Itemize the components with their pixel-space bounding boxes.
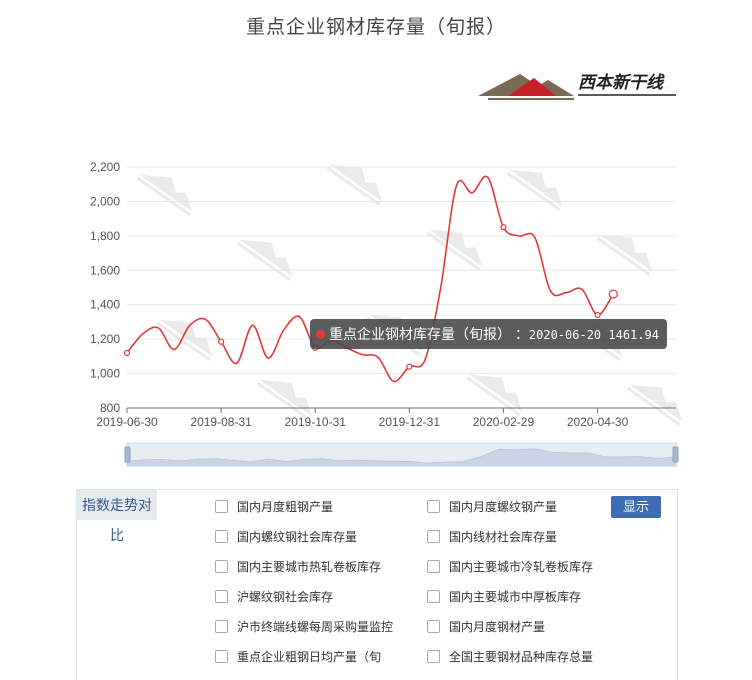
compare-option[interactable]: 国内月度粗钢产量 <box>215 498 333 516</box>
option-label: 国内月度粗钢产量 <box>237 500 334 514</box>
zoom-handle-right[interactable] <box>672 446 679 463</box>
x-tick-label: 2019-08-31 <box>190 415 252 429</box>
option-label: 国内螺纹钢社会库存量 <box>237 530 358 544</box>
watermark-logo <box>156 319 213 361</box>
x-tick-label: 2019-10-31 <box>285 415 347 429</box>
option-label: 国内线材社会库存量 <box>449 530 558 544</box>
checkbox[interactable] <box>215 530 228 543</box>
zoom-handle-left[interactable] <box>124 446 131 463</box>
option-label: 沪螺纹钢社会库存 <box>237 590 334 604</box>
option-label: 重点企业粗钢日均产量（旬 <box>237 650 382 664</box>
checkbox[interactable] <box>427 620 440 633</box>
tooltip-sep: ： <box>511 326 529 342</box>
x-tick-label: 2019-12-31 <box>379 415 441 429</box>
watermark-logo <box>626 384 683 426</box>
data-point <box>500 224 507 231</box>
watermark-logo <box>426 229 483 271</box>
watermark-logo <box>326 164 383 206</box>
tooltip-series-dot <box>316 330 325 339</box>
option-label: 国内月度螺纹钢产量 <box>449 500 558 514</box>
watermark-logo <box>236 239 293 281</box>
checkbox[interactable] <box>215 590 228 603</box>
brand-logo: 西本新干线 <box>478 73 676 100</box>
data-point <box>218 338 225 345</box>
data-point <box>123 349 131 357</box>
compare-option[interactable]: 国内主要城市热轧卷板库存 <box>215 558 381 576</box>
line-chart: 800 1,000 1,200 1,400 1,600 1,800 2,000 2,200 20… <box>90 160 683 467</box>
watermark-logo <box>256 379 313 421</box>
logo-text: 西本新干线 <box>578 73 665 92</box>
data-point <box>608 289 618 299</box>
compare-option[interactable]: 国内月度钢材产量 <box>427 618 545 636</box>
compare-option[interactable]: 国内月度螺纹钢产量 <box>427 498 557 516</box>
chart-tooltip: 重点企业钢材库存量（旬报） ：2020-06-20 1461.94 <box>310 319 667 349</box>
x-tick-label: 2019-06-30 <box>96 415 158 429</box>
x-tick-label: 2020-02-29 <box>473 415 535 429</box>
watermark-logo <box>466 374 523 416</box>
checkbox[interactable] <box>215 620 228 633</box>
option-label: 全国主要钢材品种库存总量 <box>449 650 594 664</box>
option-label: 沪市终端线螺每周采购量监控 <box>237 620 394 634</box>
y-tick-label: 1,800 <box>90 229 120 243</box>
chart-title: 重点企业钢材库存量（旬报） <box>245 17 506 38</box>
compare-option[interactable]: 沪螺纹钢社会库存 <box>215 588 333 606</box>
tab-index-trend-comparison[interactable]: 指数走势对比 <box>77 490 157 543</box>
watermark-layer <box>136 164 683 426</box>
checkbox[interactable] <box>427 500 440 513</box>
compare-option[interactable]: 国内线材社会库存量 <box>427 528 557 546</box>
option-label: 国内月度钢材产量 <box>449 620 546 634</box>
tooltip-value: 1461.94 <box>608 328 659 342</box>
checkbox[interactable] <box>427 590 440 603</box>
series-line <box>126 175 614 383</box>
compare-option[interactable]: 国内主要城市冷轧卷板库存 <box>427 558 593 576</box>
compare-option[interactable]: 沪市终端线螺每周采购量监控 <box>215 618 393 636</box>
y-tick-label: 1,000 <box>90 367 120 381</box>
checkbox[interactable] <box>215 650 228 663</box>
compare-option[interactable]: 重点企业粗钢日均产量（旬 <box>215 648 381 666</box>
y-tick-label: 2,200 <box>90 160 120 174</box>
y-tick-label: 1,600 <box>90 263 120 277</box>
compare-option[interactable]: 国内主要城市中厚板库存 <box>427 588 581 606</box>
tooltip-date: 2020-06-20 <box>528 328 602 342</box>
data-point <box>406 363 413 370</box>
watermark-logo <box>136 174 193 216</box>
checkbox[interactable] <box>427 530 440 543</box>
option-label: 国内主要城市热轧卷板库存 <box>237 560 382 574</box>
show-button[interactable]: 显示 <box>611 496 661 518</box>
checkbox[interactable] <box>427 560 440 573</box>
y-tick-label: 2,000 <box>90 194 120 208</box>
x-tick-label: 2020-04-30 <box>567 415 629 429</box>
y-tick-label: 1,400 <box>90 298 120 312</box>
compare-option[interactable]: 国内螺纹钢社会库存量 <box>215 528 357 546</box>
checkbox[interactable] <box>215 560 228 573</box>
compare-option[interactable]: 全国主要钢材品种库存总量 <box>427 648 593 666</box>
tooltip-series-name: 重点企业钢材库存量（旬报） <box>329 326 511 342</box>
data-point <box>594 311 601 319</box>
option-label: 国内主要城市中厚板库存 <box>449 590 582 604</box>
y-tick-label: 800 <box>100 401 120 415</box>
index-comparison-panel: 指数走势对比 显示 国内月度粗钢产量 国内月度螺纹钢产量国内螺纹钢社会库存量 国内线… <box>76 489 678 680</box>
checkbox[interactable] <box>427 650 440 663</box>
option-label: 国内主要城市冷轧卷板库存 <box>449 560 594 574</box>
y-tick-label: 1,200 <box>90 332 120 346</box>
checkbox[interactable] <box>215 500 228 513</box>
watermark-logo <box>596 234 653 276</box>
